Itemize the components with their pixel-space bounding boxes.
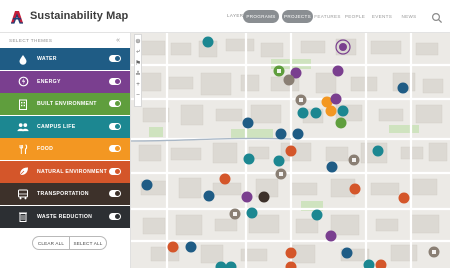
tab-programs[interactable]: PROGRAMS — [243, 10, 279, 23]
zoom-out-icon[interactable]: − — [136, 90, 140, 101]
theme-toggle[interactable] — [109, 212, 121, 220]
toggle-knob — [115, 213, 120, 219]
theme-toggle[interactable] — [109, 77, 121, 85]
theme-natural-environment[interactable]: NATURAL ENVIRONMENT — [0, 160, 130, 183]
theme-label: WASTE REDUCTION — [37, 213, 93, 220]
theme-label: TRANSPORTATION — [37, 191, 89, 197]
tab-projects[interactable]: PROJECTS — [282, 10, 313, 23]
theme-label: WATER — [37, 56, 57, 62]
theme-list: WATER ENERGY BUILT ENVIRONMENT CAMPUS LIFE F… — [0, 48, 130, 228]
theme-label: NATURAL ENVIRONMENT — [37, 168, 108, 175]
theme-label: ENERGY — [37, 78, 61, 85]
people-icon — [17, 121, 29, 133]
building-icon — [17, 98, 29, 110]
header: Sustainability Map LAYERS PROGRAMS PROJE… — [0, 0, 450, 33]
trophy-icon[interactable]: ⚑ — [135, 57, 141, 68]
toggle-knob — [115, 56, 120, 61]
share-icon[interactable]: ⤶ — [136, 46, 140, 57]
zoom-in-icon[interactable]: + — [136, 79, 140, 90]
route-icon[interactable]: ≚ — [135, 68, 140, 79]
sidebar-heading: SELECT THEMES — [9, 38, 53, 43]
tab-people[interactable]: PEOPLE — [344, 10, 366, 23]
tab-news[interactable]: NEWS — [398, 10, 420, 23]
app-title: Sustainability Map — [30, 10, 129, 22]
theme-sidebar: SELECT THEMES « WATER ENERGY BUILT ENVIRON… — [0, 33, 131, 268]
theme-toggle[interactable] — [109, 122, 121, 130]
food-icon — [17, 143, 29, 155]
power-icon — [17, 76, 29, 88]
theme-label: BUILT ENVIRONMENT — [37, 101, 97, 107]
water-drop-icon — [17, 53, 29, 65]
theme-toggle[interactable] — [109, 145, 121, 152]
logo-icon[interactable] — [10, 9, 24, 24]
tab-features[interactable]: FEATURES — [314, 10, 341, 23]
theme-water[interactable]: WATER — [0, 48, 130, 70]
theme-label: FOOD — [37, 146, 54, 152]
theme-actions: CLEAR ALL SELECT ALL — [32, 236, 107, 250]
theme-food[interactable]: FOOD — [0, 138, 130, 160]
search-icon[interactable] — [431, 11, 443, 24]
toggle-knob — [115, 191, 120, 196]
theme-campus-life[interactable]: CAMPUS LIFE — [0, 115, 130, 138]
leaf-icon — [17, 166, 29, 178]
campus-map[interactable] — [131, 33, 450, 268]
toggle-knob — [115, 168, 120, 174]
toggle-knob — [115, 101, 120, 106]
theme-toggle[interactable] — [109, 55, 121, 62]
tab-events[interactable]: EVENTS — [371, 10, 393, 23]
sidebar-header: SELECT THEMES « — [0, 33, 130, 48]
theme-transportation[interactable]: TRANSPORTATION — [0, 183, 130, 205]
theme-toggle[interactable] — [109, 167, 121, 175]
bus-icon — [17, 188, 29, 200]
select-all-button[interactable]: SELECT ALL — [69, 237, 106, 249]
toggle-knob — [115, 123, 120, 129]
map-toolbar: ⊕ ⤶ ⚑ ≚ + − — [134, 34, 142, 107]
theme-built-environment[interactable]: BUILT ENVIRONMENT — [0, 93, 130, 115]
clear-all-button[interactable]: CLEAR ALL — [33, 237, 69, 249]
trash-icon — [17, 211, 29, 223]
collapse-icon[interactable]: « — [116, 37, 120, 44]
toggle-knob — [115, 146, 120, 151]
crosshair-icon[interactable]: ⊕ — [135, 35, 140, 46]
theme-toggle[interactable] — [109, 100, 121, 107]
theme-energy[interactable]: ENERGY — [0, 70, 130, 93]
theme-waste-reduction[interactable]: WASTE REDUCTION — [0, 205, 130, 228]
map-canvas[interactable] — [131, 33, 450, 268]
toggle-knob — [115, 78, 120, 84]
app-root: Sustainability Map LAYERS PROGRAMS PROJE… — [0, 0, 450, 268]
theme-label: CAMPUS LIFE — [37, 123, 76, 130]
theme-toggle[interactable] — [109, 190, 121, 197]
